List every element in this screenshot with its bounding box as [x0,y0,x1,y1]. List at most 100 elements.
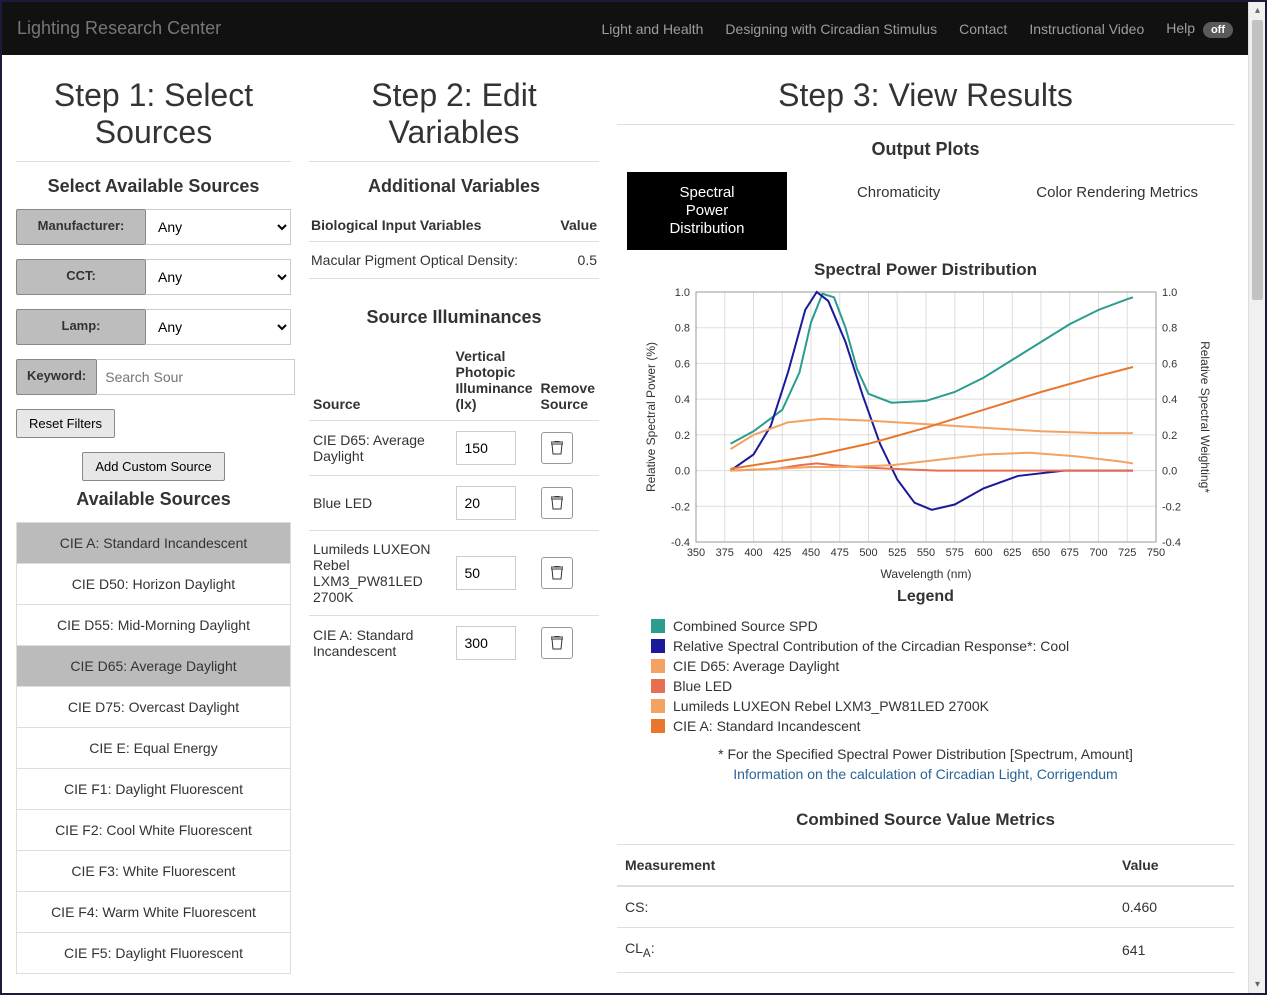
nav-link-video[interactable]: Instructional Video [1029,21,1144,37]
legend-swatch [651,679,665,693]
col-vpi: Vertical Photopic Illuminance (lx) [452,340,537,421]
mpod-label: Macular Pigment Optical Density: [311,252,518,268]
legend-row: Relative Spectral Contribution of the Ci… [651,636,1234,656]
source-list: CIE A: Standard IncandescentCIE D50: Hor… [16,522,291,974]
source-item[interactable]: CIE A: Standard Incandescent [17,522,290,563]
cct-select[interactable]: Any [146,259,291,295]
available-sources-title: Available Sources [16,489,291,510]
svg-text:650: 650 [1031,547,1049,559]
svg-text:550: 550 [916,547,934,559]
illuminance-input[interactable] [456,431,516,465]
nav-link-light-health[interactable]: Light and Health [601,21,703,37]
metrics-col-measurement: Measurement [617,844,1114,886]
remove-source-button[interactable] [541,487,573,519]
plot-tab[interactable]: Chromaticity [831,172,966,250]
step2-title: Step 2: Edit Variables [309,77,599,151]
manufacturer-select[interactable]: Any [146,209,291,245]
scrollbar[interactable]: ▴ ▾ [1248,2,1265,993]
step1-subtitle: Select Available Sources [16,176,291,197]
source-item[interactable]: CIE F3: White Fluorescent [17,850,290,891]
svg-text:1.0: 1.0 [1162,287,1177,299]
step3-panel: Step 3: View Results Output Plots Spectr… [617,77,1234,974]
manufacturer-label: Manufacturer: [16,209,146,245]
help-label: Help [1166,20,1195,36]
metric-label: CLA: [617,927,1114,972]
svg-text:525: 525 [888,547,906,559]
source-illum-title: Source Illuminances [309,307,599,328]
svg-text:425: 425 [773,547,791,559]
scroll-down-icon[interactable]: ▾ [1249,976,1266,993]
source-item[interactable]: CIE E: Equal Energy [17,727,290,768]
metrics-table: Measurement Value CS:0.460CLA:641 [617,844,1234,973]
add-custom-source-button[interactable]: Add Custom Source [82,452,224,481]
bio-header: Biological Input Variables [311,217,481,233]
svg-text:700: 700 [1089,547,1107,559]
source-item[interactable]: CIE F2: Cool White Fluorescent [17,809,290,850]
plot-tab[interactable]: SpectralPower Distribution [627,172,787,250]
legend-row: Combined Source SPD [651,616,1234,636]
source-item[interactable]: CIE F5: Daylight Fluorescent [17,932,290,973]
lamp-select[interactable]: Any [146,309,291,345]
source-item[interactable]: CIE D75: Overcast Daylight [17,686,290,727]
svg-text:450: 450 [801,547,819,559]
legend-label: Combined Source SPD [673,618,818,634]
bio-value-header: Value [560,217,597,233]
svg-text:375: 375 [715,547,733,559]
svg-text:0.0: 0.0 [1162,465,1177,477]
source-item[interactable]: CIE F1: Daylight Fluorescent [17,768,290,809]
illum-source-name: Lumileds LUXEON Rebel LXM3_PW81LED 2700K [309,530,452,615]
plot-tabs: SpectralPower Distribution Chromaticity Co… [617,172,1234,250]
reset-filters-button[interactable]: Reset Filters [16,409,115,438]
svg-text:Wavelength (nm): Wavelength (nm) [880,567,971,581]
legend-row: CIE D65: Average Daylight [651,656,1234,676]
output-plots-title: Output Plots [617,139,1234,160]
svg-text:0.4: 0.4 [1162,394,1177,406]
legend-label: Relative Spectral Contribution of the Ci… [673,638,1069,654]
legend-swatch [651,719,665,733]
scroll-up-icon[interactable]: ▴ [1249,2,1266,19]
remove-source-button[interactable] [541,627,573,659]
nav-link-contact[interactable]: Contact [959,21,1007,37]
cct-label: CCT: [16,259,146,295]
navbar: Lighting Research Center Light and Healt… [2,2,1248,55]
svg-text:625: 625 [1003,547,1021,559]
svg-text:0.6: 0.6 [674,358,689,370]
illuminance-input[interactable] [456,626,516,660]
plot-tab[interactable]: Color Rendering Metrics [1010,172,1224,250]
scroll-thumb[interactable] [1252,20,1263,300]
source-item[interactable]: CIE D65: Average Daylight [17,645,290,686]
svg-text:0.8: 0.8 [674,323,689,335]
lamp-label: Lamp: [16,309,146,345]
remove-source-button[interactable] [541,432,573,464]
svg-text:725: 725 [1118,547,1136,559]
illum-source-name: Blue LED [309,475,452,530]
keyword-input[interactable] [97,359,295,395]
svg-text:-0.2: -0.2 [671,501,690,513]
step1-title: Step 1: Select Sources [16,77,291,151]
calc-info-link[interactable]: Information on the calculation of Circad… [617,766,1234,782]
svg-text:Relative Spectral Weighting*: Relative Spectral Weighting* [1198,341,1211,493]
help-off-badge: off [1203,22,1233,38]
illuminance-input[interactable] [456,556,516,590]
metric-label: CS: [617,886,1114,928]
svg-text:475: 475 [830,547,848,559]
legend-swatch [651,699,665,713]
footnote: * For the Specified Spectral Power Distr… [617,746,1234,762]
svg-text:0.6: 0.6 [1162,358,1177,370]
nav-help[interactable]: Help off [1166,20,1233,38]
nav-right: Light and Health Designing with Circadia… [601,20,1233,38]
source-item[interactable]: CIE D50: Horizon Daylight [17,563,290,604]
remove-source-button[interactable] [541,557,573,589]
svg-text:1.0: 1.0 [674,287,689,299]
source-item[interactable]: CIE D55: Mid-Morning Daylight [17,604,290,645]
svg-text:675: 675 [1060,547,1078,559]
legend-row: Lumileds LUXEON Rebel LXM3_PW81LED 2700K [651,696,1234,716]
source-item[interactable]: CIE F4: Warm White Fluorescent [17,891,290,932]
legend-row: Blue LED [651,676,1234,696]
illuminance-input[interactable] [456,486,516,520]
keyword-label: Keyword: [16,359,97,395]
svg-text:-0.2: -0.2 [1162,501,1181,513]
svg-text:0.2: 0.2 [674,430,689,442]
nav-link-designing[interactable]: Designing with Circadian Stimulus [725,21,937,37]
svg-text:575: 575 [945,547,963,559]
